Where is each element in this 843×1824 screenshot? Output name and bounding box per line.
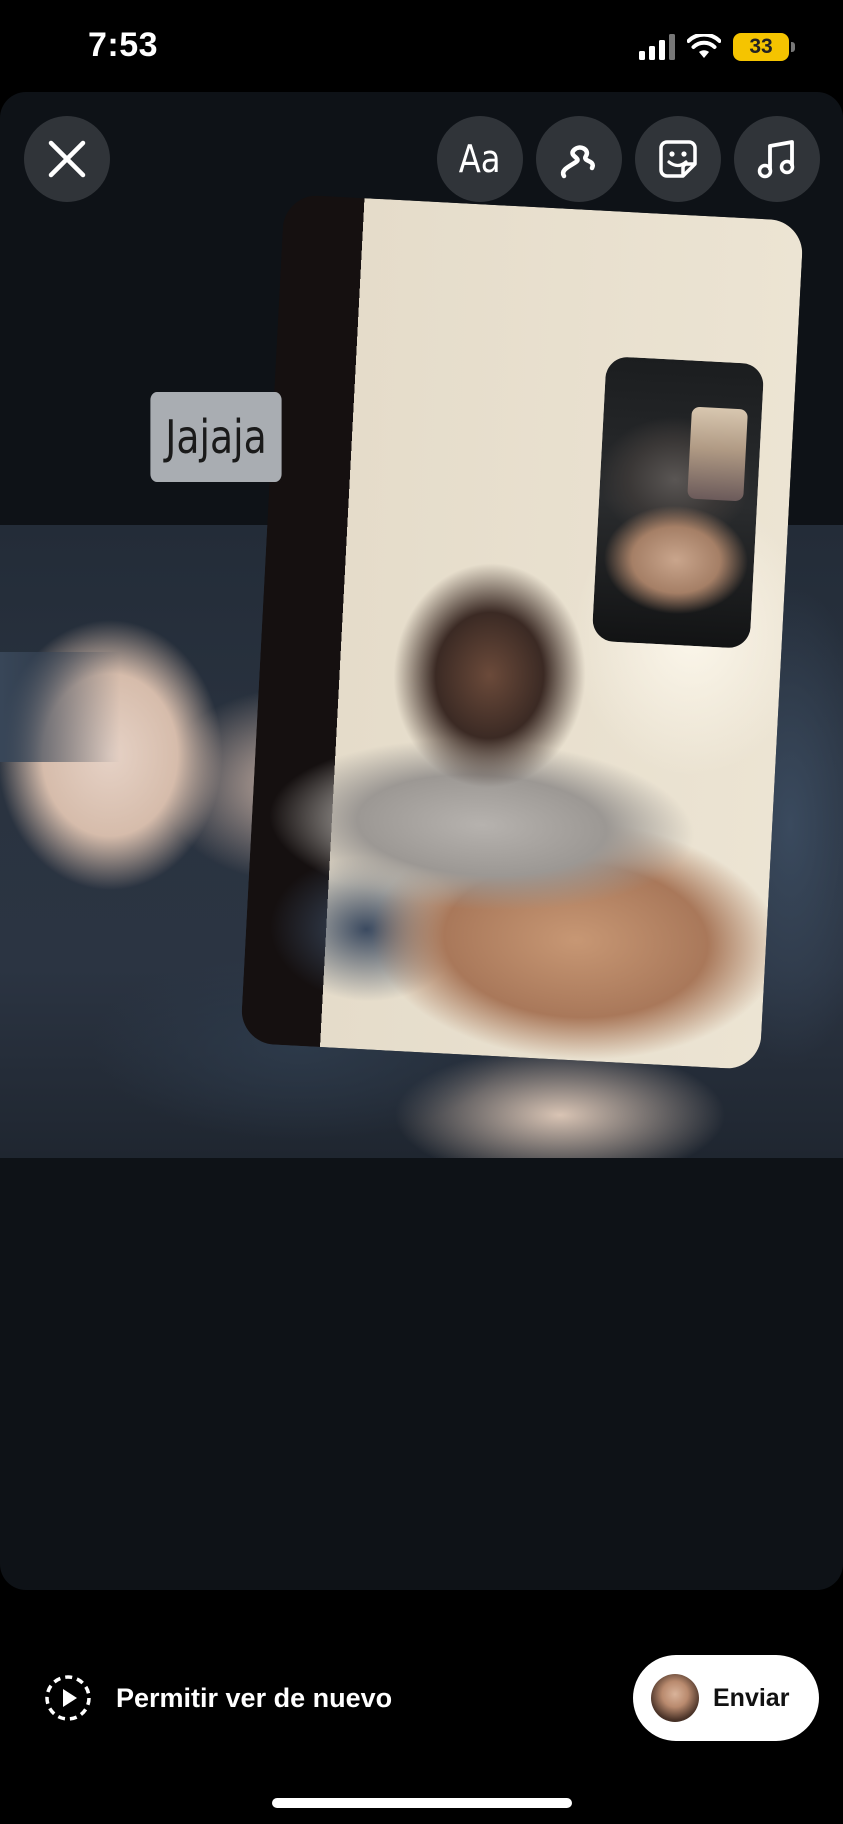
close-button[interactable] [24,116,110,202]
replay-icon [45,1675,91,1721]
music-tool-button[interactable] [734,116,820,202]
status-icons: 33 [639,32,795,62]
sticker-icon [659,140,697,178]
pip-inner-photo [687,406,748,502]
status-bar: 7:53 33 [0,0,843,92]
send-button[interactable]: Enviar [633,1655,819,1741]
scribble-icon [560,145,595,179]
text-tool-button[interactable]: Aa [437,116,523,202]
text-sticker[interactable]: Jajaja [150,392,282,482]
story-editor-canvas[interactable]: Jajaja Aa [0,92,843,1590]
close-icon [48,140,86,178]
sticker-tool-button[interactable] [635,116,721,202]
text-tool-label: Aa [459,137,501,181]
avatar [651,1674,699,1722]
main-photo[interactable] [240,193,804,1071]
draw-tool-button[interactable] [536,116,622,202]
replay-option[interactable]: Permitir ver de nuevo [44,1673,392,1723]
wifi-icon [687,34,721,58]
battery-indicator: 33 [733,33,795,61]
background-photo-shade [0,652,120,762]
send-label: Enviar [713,1683,790,1712]
pip-photo [591,356,765,649]
music-note-icon [757,140,795,179]
screen: 7:53 33 Jajaja Aa Permitir ver de nuevo … [0,0,843,1824]
home-indicator [272,1798,572,1808]
replay-label: Permitir ver de nuevo [116,1682,393,1713]
status-time: 7:53 [88,26,159,64]
signal-icon [639,34,675,60]
